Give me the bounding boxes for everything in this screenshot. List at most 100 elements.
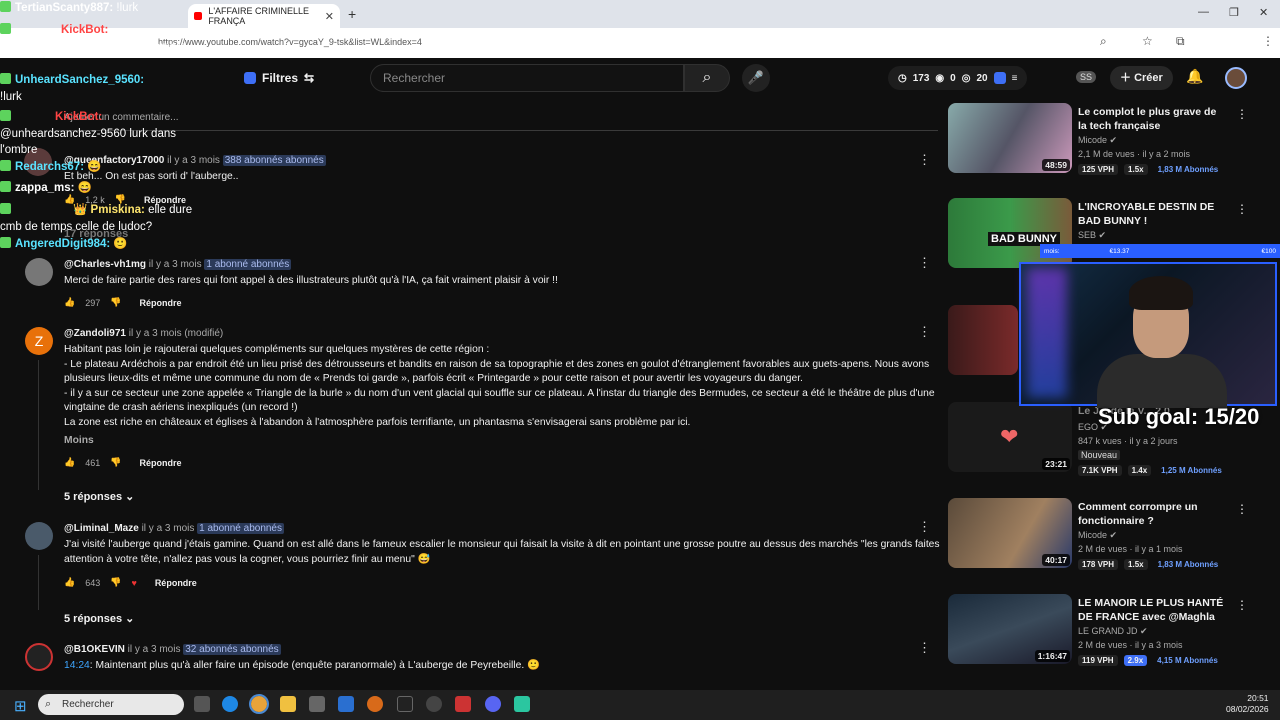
like-icon[interactable]: 👍 bbox=[64, 297, 75, 308]
extensions-icon[interactable]: ⧉ bbox=[1176, 34, 1185, 49]
video-title[interactable]: LE MANOIR LE PLUS HANTÉ DE FRANCE avec @… bbox=[1078, 596, 1224, 624]
app-icon-2[interactable] bbox=[514, 696, 530, 712]
reply-button[interactable]: Répondre bbox=[155, 578, 197, 588]
comment-author[interactable]: @Liminal_Maze bbox=[64, 523, 139, 534]
comment-author[interactable]: @B1OKEVIN bbox=[64, 644, 125, 655]
store-icon[interactable] bbox=[309, 696, 325, 712]
comment-author[interactable]: @Zandoli971 bbox=[64, 328, 126, 339]
microphone-icon[interactable]: 🎤 bbox=[742, 64, 770, 92]
comment-menu-icon[interactable]: ⋮ bbox=[918, 152, 931, 168]
reply-button[interactable]: Répondre bbox=[139, 458, 181, 468]
new-tab-button[interactable]: + bbox=[348, 6, 356, 22]
comment-header: @Charles-vh1mg il y a 3 mois 1 abonné ab… bbox=[64, 259, 292, 270]
comment-menu-icon[interactable]: ⋮ bbox=[918, 519, 931, 535]
close-tab-icon[interactable]: ✕ bbox=[325, 10, 334, 23]
ss-badge[interactable]: SS bbox=[1076, 71, 1097, 83]
channel-name[interactable]: LE GRAND JD ✔ bbox=[1078, 626, 1148, 637]
like-count: 643 bbox=[85, 577, 101, 588]
video-menu-icon[interactable]: ⋮ bbox=[1236, 202, 1248, 216]
discord-icon[interactable] bbox=[485, 696, 501, 712]
chrome-icon[interactable] bbox=[249, 694, 269, 714]
ratio-value: 1.5x bbox=[1124, 164, 1148, 175]
create-button[interactable]: ＋ Créer bbox=[1110, 66, 1173, 90]
edge-icon[interactable] bbox=[222, 696, 238, 712]
replies-toggle[interactable]: 5 réponses ⌄ bbox=[64, 612, 134, 625]
replies-label: 5 réponses bbox=[64, 491, 123, 503]
show-less-button[interactable]: Moins bbox=[64, 434, 94, 449]
zoom-icon[interactable]: ⌕ bbox=[1100, 34, 1107, 49]
search-input[interactable]: Rechercher bbox=[370, 64, 684, 92]
recommended-video[interactable]: 1:16:47 LE MANOIR LE PLUS HANTÉ DE FRANC… bbox=[948, 594, 1248, 670]
video-title[interactable]: Le complot le plus grave de la tech fran… bbox=[1078, 105, 1224, 133]
kick-icon bbox=[0, 181, 11, 192]
file-explorer-icon[interactable] bbox=[280, 696, 296, 712]
dislike-icon[interactable]: 👎 bbox=[110, 457, 121, 468]
obs-icon[interactable] bbox=[426, 696, 442, 712]
filters-button[interactable]: Filtres ⇆ bbox=[236, 66, 322, 90]
restore-icon[interactable]: ❐ bbox=[1229, 6, 1239, 19]
active-tab[interactable]: L'AFFAIRE CRIMINELLE FRANÇA ✕ bbox=[188, 4, 340, 28]
channel-name[interactable]: SEB ✔ bbox=[1078, 230, 1106, 241]
app-icon[interactable] bbox=[367, 696, 383, 712]
recommended-video[interactable]: 48:59 Le complot le plus grave de la tec… bbox=[948, 103, 1248, 179]
like-icon[interactable]: 👍 bbox=[64, 577, 75, 588]
video-title[interactable]: L'INCROYABLE DESTIN DE BAD BUNNY ! bbox=[1078, 200, 1224, 228]
comment-menu-icon[interactable]: ⋮ bbox=[918, 324, 931, 340]
bookmark-star-icon[interactable]: ☆ bbox=[1142, 34, 1153, 48]
mail-icon[interactable] bbox=[338, 696, 354, 712]
dislike-icon[interactable]: 👎 bbox=[110, 577, 121, 588]
video-title[interactable]: Comment corrompre un fonctionnaire ? bbox=[1078, 500, 1224, 528]
plus-icon: ＋ bbox=[1120, 72, 1135, 84]
comment-avatar[interactable] bbox=[25, 258, 53, 286]
video-menu-icon[interactable]: ⋮ bbox=[1236, 502, 1248, 516]
goal-bar-current: €13.37 bbox=[1109, 247, 1130, 255]
voicemeeter-icon[interactable] bbox=[455, 696, 471, 712]
comment-avatar[interactable] bbox=[25, 522, 53, 550]
vph-stats: 125 VPH 1.5x 1,83 M Abonnés bbox=[1078, 164, 1222, 175]
channel-name[interactable]: Micode ✔ bbox=[1078, 135, 1117, 146]
notifications-bell-icon[interactable]: 🔔 bbox=[1186, 68, 1203, 85]
comment-actions: 👍 643 👎 ♥ Répondre bbox=[64, 577, 197, 588]
comment-text: J'ai visité l'auberge quand j'étais gami… bbox=[64, 538, 940, 567]
comment-author[interactable]: @Charles-vh1mg bbox=[64, 259, 146, 270]
comment-menu-icon[interactable]: ⋮ bbox=[918, 255, 931, 271]
timestamp-link[interactable]: 14:24 bbox=[64, 660, 90, 671]
comment-avatar[interactable]: Z bbox=[25, 327, 53, 355]
video-meta: 847 k vues · il y a 2 jours bbox=[1078, 436, 1178, 446]
video-menu-icon[interactable]: ⋮ bbox=[1236, 107, 1248, 121]
taskbar-search[interactable]: ⌕ Rechercher bbox=[38, 694, 184, 715]
reply-button[interactable]: Répondre bbox=[139, 298, 181, 308]
tab-title: L'AFFAIRE CRIMINELLE FRANÇA bbox=[208, 6, 310, 26]
stat-2: 0 bbox=[950, 72, 956, 84]
chat-username: UnheardSanchez_9560: bbox=[15, 74, 145, 86]
search-icon[interactable]: ⌕ bbox=[684, 64, 730, 92]
chat-text: @unheardsanchez-9560 lurk dans l'ombre bbox=[0, 127, 176, 157]
task-view-icon[interactable] bbox=[194, 696, 210, 712]
terminal-icon[interactable] bbox=[397, 696, 413, 712]
subscriber-badge: 1 abonné abonnés bbox=[197, 523, 284, 534]
minimize-icon[interactable]: — bbox=[1198, 6, 1209, 18]
vph-stats: 178 VPH 1.5x 1,83 M Abonnés bbox=[1078, 559, 1222, 570]
dislike-icon[interactable]: 👎 bbox=[110, 297, 121, 308]
system-clock[interactable]: 20:51 08/02/2026 bbox=[1226, 693, 1269, 715]
subscriber-badge: 32 abonnés abonnés bbox=[183, 644, 281, 655]
streamer-hair bbox=[1129, 276, 1193, 310]
windows-start-icon[interactable]: ⊞ bbox=[14, 697, 27, 715]
creator-heart-icon: ♥ bbox=[131, 577, 137, 588]
menu-dots-icon[interactable]: ⋮ bbox=[1262, 34, 1274, 48]
video-thumbnail[interactable] bbox=[948, 305, 1018, 375]
account-avatar[interactable] bbox=[1225, 67, 1247, 89]
replies-toggle[interactable]: 5 réponses ⌄ bbox=[64, 490, 134, 503]
video-menu-icon[interactable]: ⋮ bbox=[1236, 598, 1248, 612]
extension-stats[interactable]: ◷ 173 ◉ 0 ◎ 20 ≡ bbox=[888, 66, 1028, 90]
comment-avatar[interactable] bbox=[25, 643, 53, 671]
recommended-video[interactable]: 40:17 Comment corrompre un fonctionnaire… bbox=[948, 498, 1248, 574]
comment-time: il y a 3 mois bbox=[148, 259, 202, 270]
close-window-icon[interactable]: ✕ bbox=[1259, 6, 1268, 19]
channel-name[interactable]: Micode ✔ bbox=[1078, 530, 1117, 541]
comment-line: plusieurs lieux-dits et même une commune… bbox=[64, 373, 803, 385]
comment-menu-icon[interactable]: ⋮ bbox=[918, 640, 931, 656]
like-icon[interactable]: 👍 bbox=[64, 457, 75, 468]
chat-username: AngeredDigit984: bbox=[15, 238, 111, 250]
verified-icon: ✔ bbox=[1109, 135, 1118, 145]
